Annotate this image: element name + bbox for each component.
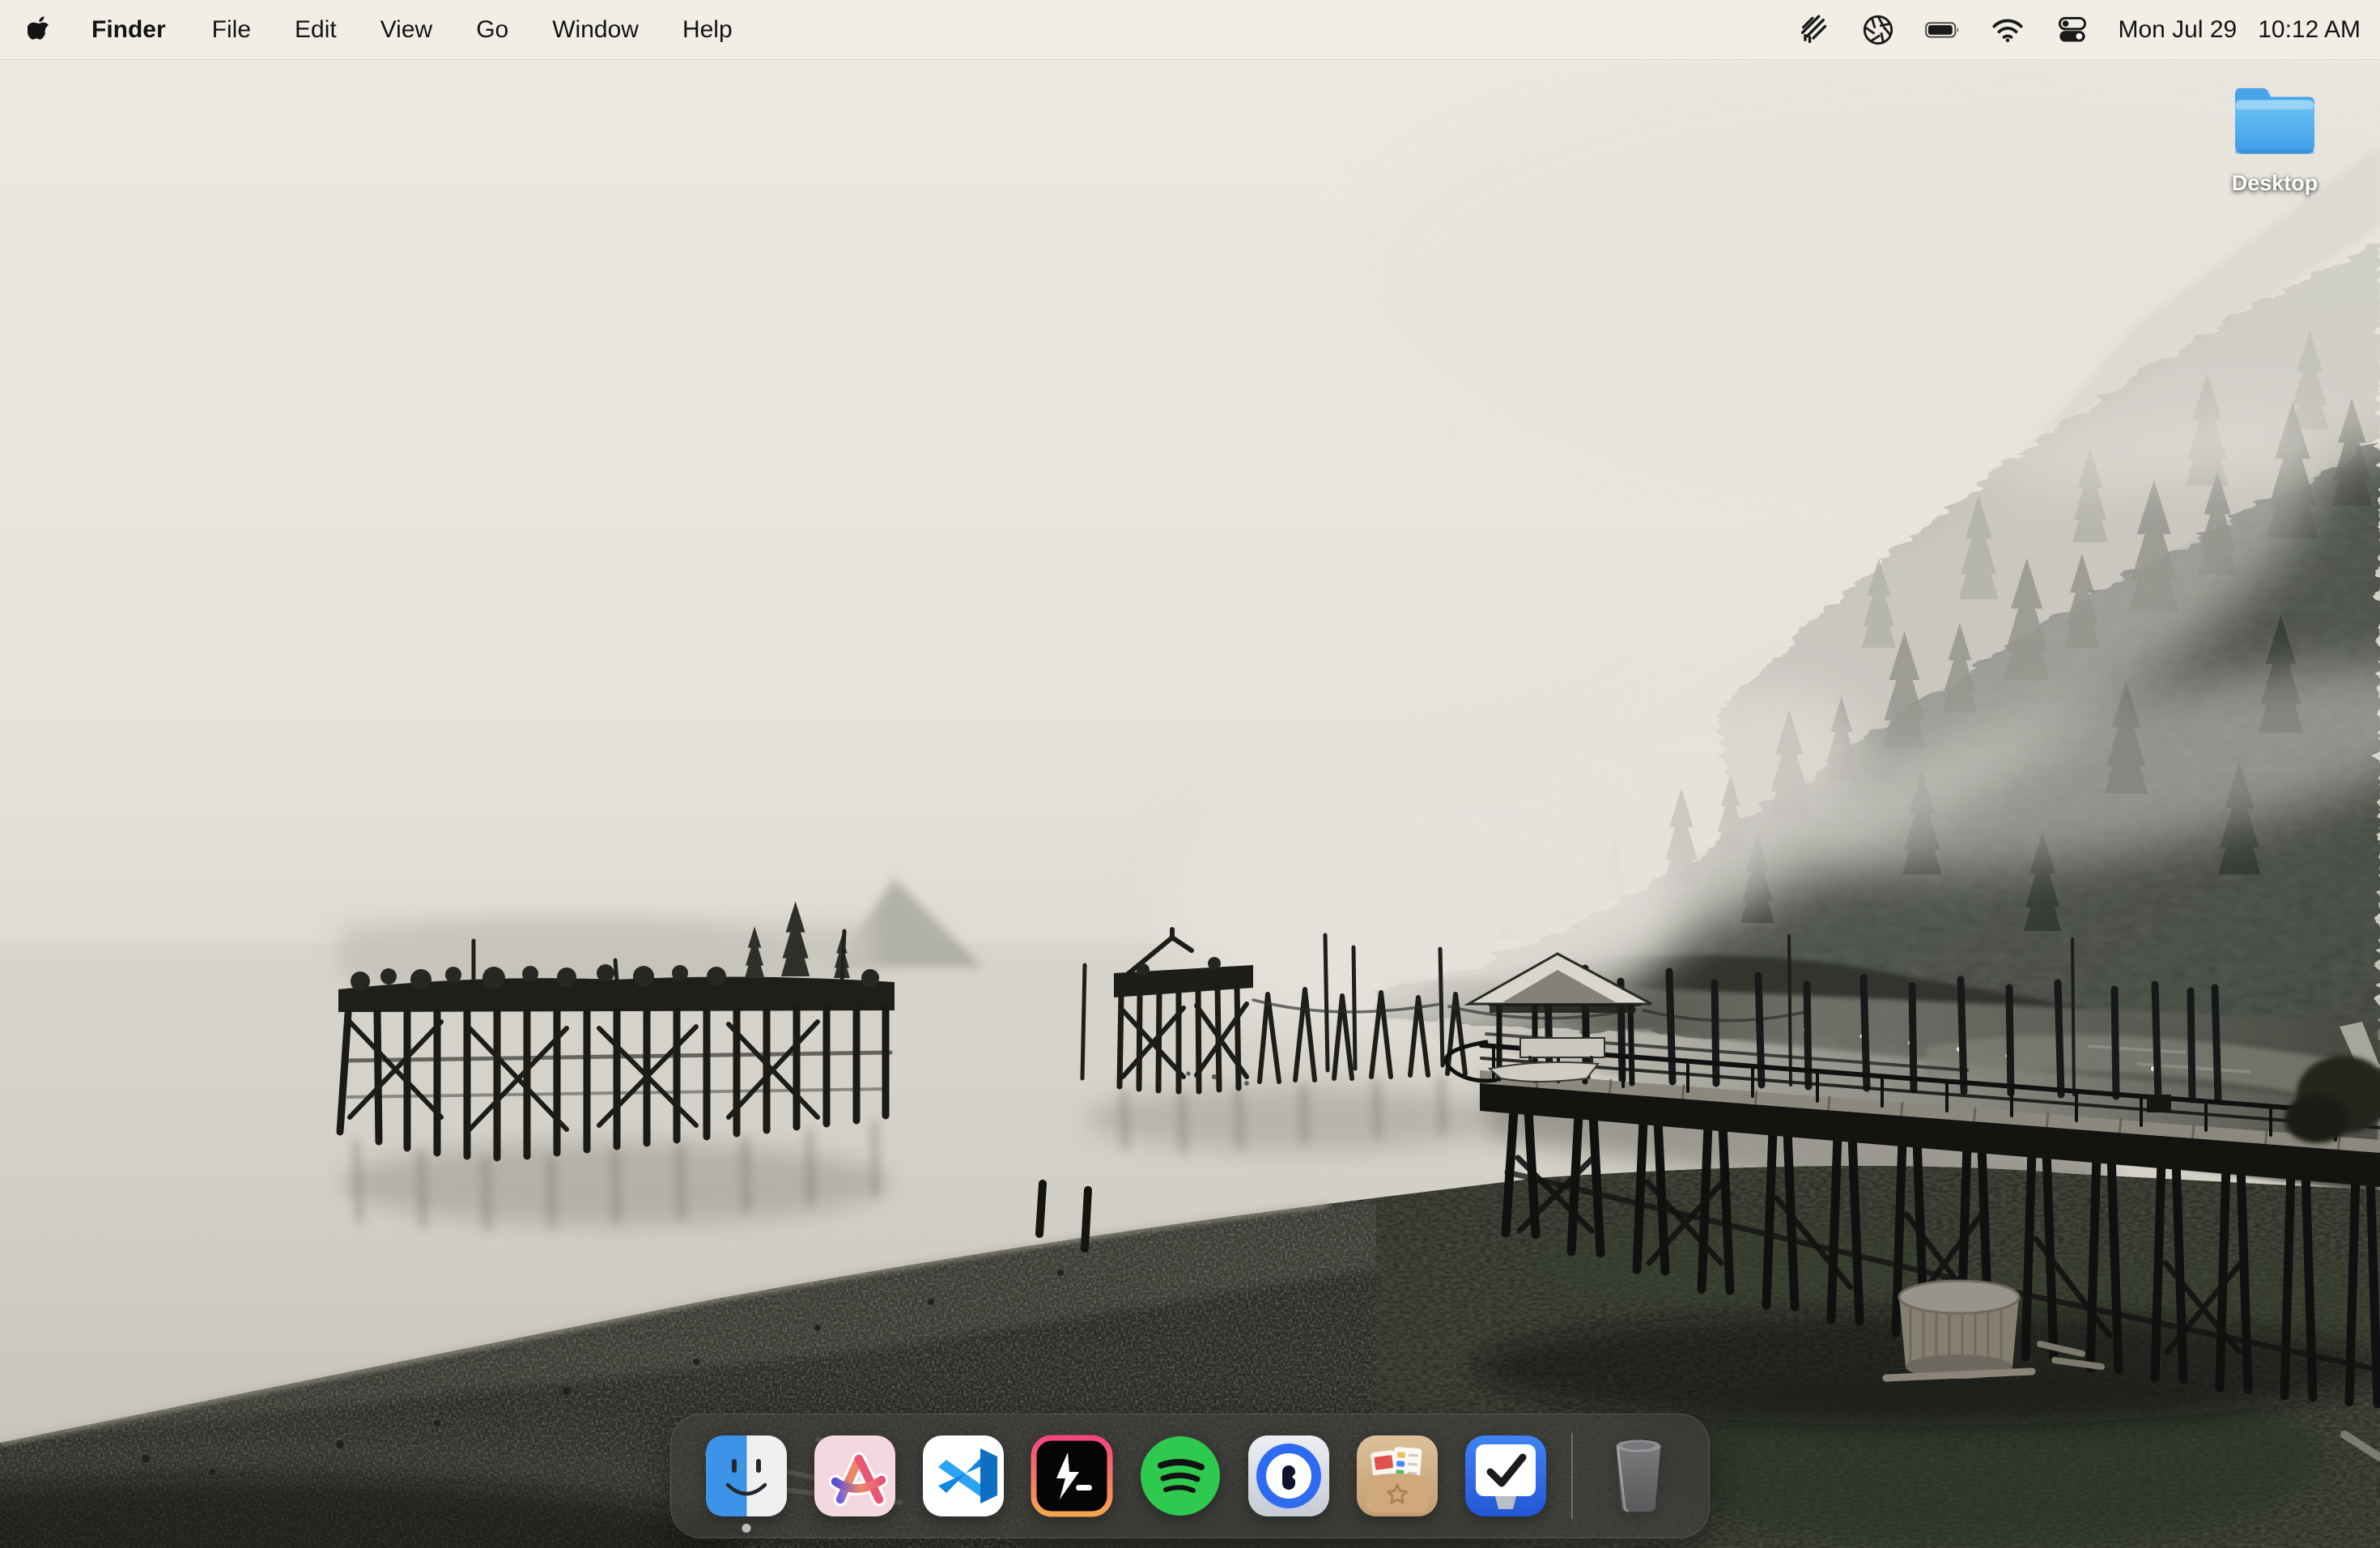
dock-separator: [1571, 1433, 1573, 1519]
menu-item-finder[interactable]: Finder: [70, 16, 190, 44]
aperture-icon[interactable]: [1860, 14, 1896, 46]
desktop-folder-label: Desktop: [2232, 171, 2318, 196]
dock-item-things[interactable]: [1464, 1435, 1547, 1517]
dock-item-1password[interactable]: [1247, 1435, 1330, 1517]
dock-item-trash[interactable]: [1597, 1432, 1680, 1520]
dock-item-arc[interactable]: [814, 1435, 896, 1517]
dock-item-vscode[interactable]: [922, 1435, 1005, 1517]
menu-item-window[interactable]: Window: [530, 16, 661, 44]
wallpaper-foggy-pier-photo: [0, 0, 2380, 1548]
menu-item-help[interactable]: Help: [661, 16, 754, 44]
menu-item-view[interactable]: View: [359, 16, 454, 44]
dock-item-cardbox[interactable]: [1356, 1435, 1439, 1517]
menu-item-go[interactable]: Go: [454, 16, 530, 44]
dock-item-finder[interactable]: [705, 1435, 788, 1517]
wifi-icon[interactable]: [1990, 14, 2025, 46]
clock-time: 10:12 AM: [2258, 16, 2361, 44]
desktop-folder-icon[interactable]: Desktop: [2220, 81, 2330, 196]
input-muted-icon[interactable]: [1796, 14, 1831, 46]
apple-menu-icon[interactable]: [28, 15, 52, 45]
control-center-icon[interactable]: [2055, 14, 2090, 46]
macos-desktop: Finder File Edit View Go Window Help: [0, 0, 2380, 1548]
menu-bar-clock[interactable]: Mon Jul 29 10:12 AM: [2118, 16, 2361, 44]
menu-item-edit[interactable]: Edit: [273, 16, 359, 44]
dock: [670, 1414, 1710, 1538]
finder-running-indicator: [742, 1524, 751, 1533]
menu-item-file[interactable]: File: [190, 16, 273, 44]
clock-date: Mon Jul 29: [2118, 16, 2237, 44]
battery-icon[interactable]: [1925, 14, 1961, 46]
dock-item-spotify[interactable]: [1139, 1435, 1222, 1517]
folder-icon: [2227, 81, 2323, 164]
dock-item-warp[interactable]: [1031, 1435, 1113, 1517]
menu-bar: Finder File Edit View Go Window Help: [0, 0, 2380, 60]
